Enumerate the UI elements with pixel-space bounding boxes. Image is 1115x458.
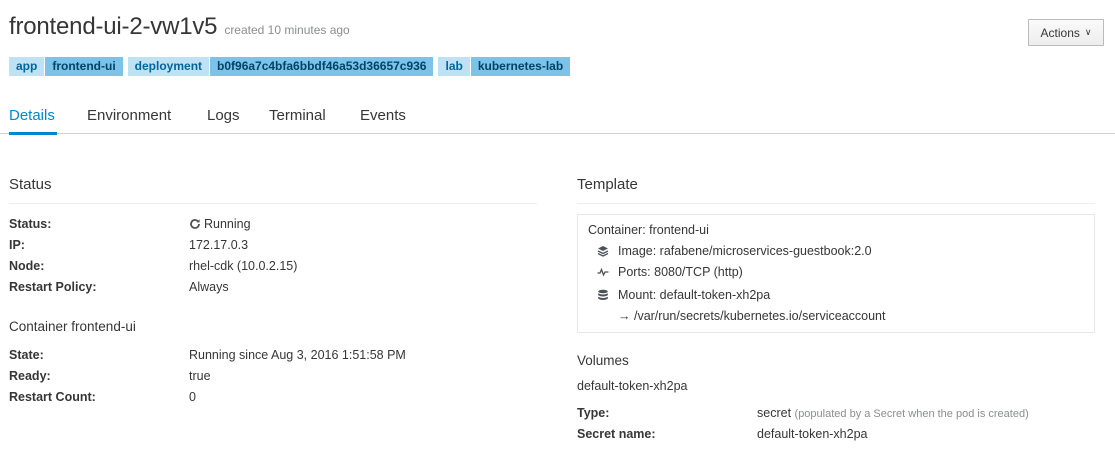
volumes-title: Volumes [577,353,629,368]
label-deployment[interactable]: deployment b0f96a7c4bfa6bbdf46a53d36657c… [127,57,434,76]
label-key[interactable]: app [9,57,45,76]
ip-label: IP: [9,238,25,252]
volume-name-text: default-token-xh2pa [577,379,688,393]
volume-type-value: secret (populated by a Secret when the p… [757,406,1029,420]
mount-path: → /var/run/secrets/kubernetes.io/service… [618,309,886,323]
ready-label: Ready: [9,369,51,383]
status-value: Running [189,217,251,231]
mount-text: Mount: default-token-xh2pa [618,288,771,302]
database-icon [598,289,608,300]
template-image-line: Image: rafabene/microservices-guestbook:… [596,244,872,258]
created-age: created 10 minutes ago [224,23,350,37]
label-key[interactable]: lab [438,57,470,76]
state-label: State: [9,348,44,362]
restart-policy-label: Restart Policy: [9,280,97,294]
template-panel: Container: frontend-ui Image: rafabene/m… [577,214,1095,333]
template-mount-line: Mount: default-token-xh2pa [596,288,770,302]
node-label: Node: [9,259,45,273]
label-value[interactable]: kubernetes-lab [469,57,571,76]
refresh-icon [190,219,200,229]
status-label: Status: [9,217,52,231]
restart-count-value: 0 [189,390,196,404]
ip-value: 172.17.0.3 [189,238,249,252]
secret-name-label: Secret name: [577,427,656,441]
restart-count-label: Restart Count: [9,390,96,404]
label-key[interactable]: deployment [127,57,210,76]
tab-events[interactable]: Events [360,107,406,124]
node-value: rhel-cdk (10.0.2.15) [189,259,298,273]
status-divider [9,203,537,204]
label-lab[interactable]: lab kubernetes-lab [438,57,571,76]
layers-icon [597,246,609,257]
label-value[interactable]: frontend-ui [44,57,123,76]
pulse-icon [597,267,609,277]
template-divider [577,203,1095,204]
restart-policy-value: Always [189,280,229,294]
secret-name-value: default-token-xh2pa [757,427,868,441]
ports-text: Ports: 8080/TCP (http) [618,265,743,279]
status-section-title: Status [9,176,52,193]
ready-value: true [189,369,211,383]
status-text: Running [204,217,251,231]
template-section-title: Template [577,176,638,193]
page-header: frontend-ui-2-vw1v5 created 10 minutes a… [9,13,350,41]
page-title: frontend-ui-2-vw1v5 [9,13,218,40]
template-container-line: Container: frontend-ui [588,223,709,237]
tab-logs[interactable]: Logs [207,107,240,124]
template-ports-line: Ports: 8080/TCP (http) [596,265,743,279]
label-app[interactable]: app frontend-ui [9,57,123,76]
volume-type-hint: (populated by a Secret when the pod is c… [794,408,1029,420]
image-text: Image: rafabene/microservices-guestbook:… [618,244,872,258]
tab-environment[interactable]: Environment [87,107,171,124]
tab-bar: Details Environment Logs Terminal Events [0,97,1115,135]
label-value[interactable]: b0f96a7c4bfa6bbdf46a53d36657c936 [209,57,434,76]
actions-button[interactable]: Actions ∨ [1028,19,1104,46]
volume-type-text: secret [757,406,792,420]
tab-terminal[interactable]: Terminal [269,107,326,124]
tab-details[interactable]: Details [9,107,55,124]
label-list: app frontend-ui deployment b0f96a7c4bfa6… [9,57,575,76]
volume-type-label: Type: [577,406,610,420]
actions-label: Actions [1040,25,1080,40]
active-tab-indicator [9,132,57,135]
container-title: Container frontend-ui [9,319,136,334]
state-value: Running since Aug 3, 2016 1:51:58 PM [189,348,406,362]
chevron-down-icon: ∨ [1084,27,1092,37]
